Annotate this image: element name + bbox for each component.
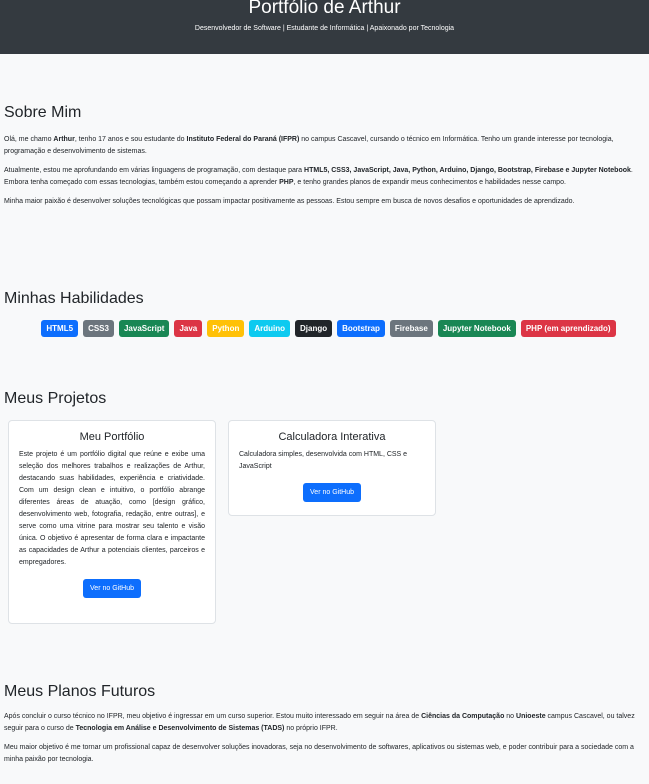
skill-badge: PHP (em aprendizado) (520, 320, 616, 337)
project-description: Este projeto é um portfólio digital que … (19, 451, 205, 566)
future-section: Meus Planos Futuros Após concluir o curs… (0, 683, 649, 773)
skill-badge: Bootstrap (337, 320, 385, 337)
github-button[interactable]: Ver no GitHub (83, 579, 141, 598)
about-section: Sobre Mim Olá, me chamo Arthur, tenho 17… (0, 104, 649, 215)
projects-heading: Meus Projetos (4, 390, 107, 407)
page-title: Portfólio de Arthur (248, 0, 401, 18)
project-description: Calculadora simples, desenvolvida com HT… (239, 451, 408, 470)
future-heading: Meus Planos Futuros (4, 683, 156, 700)
project-title: Meu Portfólio (79, 431, 145, 443)
skill-badge: JavaScript (118, 320, 170, 337)
about-heading: Sobre Mim (4, 104, 82, 121)
skills-heading: Minhas Habilidades (4, 290, 144, 307)
skill-badge: CSS3 (83, 320, 114, 337)
about-paragraph-2: Atualmente, estou me aprofundando em vár… (4, 167, 633, 186)
skill-badge: Arduino (249, 320, 291, 337)
skill-badge: Python (207, 320, 245, 337)
future-paragraph-1: Após concluir o curso técnico no IFPR, m… (4, 713, 635, 732)
skills-section: Minhas Habilidades HTML5 CSS3 JavaScript… (0, 290, 649, 337)
project-title: Calculadora Interativa (278, 431, 386, 443)
project-card-calculator: Calculadora Interativa Calculadora simpl… (228, 420, 436, 516)
project-card-portfolio: Meu Portfólio Este projeto é um portfóli… (8, 420, 216, 624)
page-subtitle: Desenvolvedor de Software | Estudante de… (194, 25, 455, 32)
skill-badge: HTML5 (41, 320, 79, 337)
projects-section: Meus Projetos Meu Portfólio Este projeto… (0, 390, 649, 640)
skill-badge: Firebase (389, 320, 433, 337)
project-cards: Meu Portfólio Este projeto é um portfóli… (4, 420, 649, 640)
skill-badge: Jupyter Notebook (437, 320, 516, 337)
future-paragraph-2: Meu maior objetivo é me tornar um profis… (4, 744, 634, 763)
skills-badge-list: HTML5 CSS3 JavaScript Java Python Arduin… (4, 320, 649, 337)
about-paragraph-1: Olá, me chamo Arthur, tenho 17 anos e so… (4, 136, 614, 155)
skill-badge: Java (174, 320, 203, 337)
github-button[interactable]: Ver no GitHub (303, 483, 361, 502)
site-header: Portfólio de Arthur Desenvolvedor de Sof… (0, 0, 649, 54)
skill-badge: Django (295, 320, 333, 337)
about-paragraph-3: Minha maior paixão é desenvolver soluçõe… (4, 198, 575, 205)
